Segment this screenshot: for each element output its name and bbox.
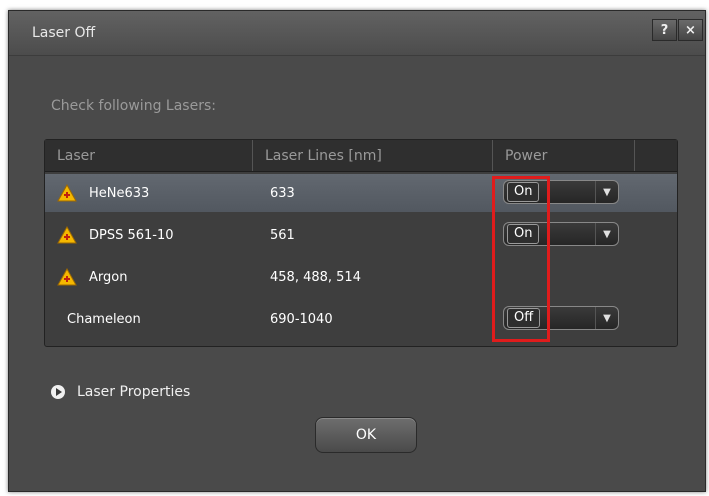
table-row[interactable]: HeNe633 633 On ▼ [45,174,677,212]
column-header-laser[interactable]: Laser [45,140,253,171]
table-row[interactable]: Argon 458, 488, 514 [45,258,677,296]
laser-lines: 458, 488, 514 [270,269,361,285]
laser-name-cell: Chameleon [67,300,141,338]
warning-triangle-icon [57,184,77,202]
laser-lines: 633 [270,185,295,201]
close-button[interactable]: × [678,19,703,41]
column-header-power[interactable]: Power [493,140,635,171]
table-row[interactable]: DPSS 561-10 561 On ▼ [45,216,677,254]
laser-table: Laser Laser Lines [nm] Power HeNe633 633 O… [44,139,678,347]
laser-name-cell: DPSS 561-10 [57,216,174,254]
laser-name-cell: Argon [57,258,127,296]
laser-name-cell: HeNe633 [57,174,149,212]
chevron-down-icon[interactable]: ▼ [595,307,618,329]
ok-button[interactable]: OK [315,417,417,453]
title-bar-buttons: ? × [652,19,703,41]
table-row[interactable]: Chameleon 690-1040 Off ▼ [45,300,677,338]
laser-name: DPSS 561-10 [89,227,174,243]
help-button[interactable]: ? [652,19,677,41]
warning-triangle-icon [57,268,77,286]
laser-properties-toggle[interactable]: Laser Properties [51,384,190,400]
laser-off-dialog: Laser Off ? × Check following Lasers: La… [8,10,706,492]
table-header: Laser Laser Lines [nm] Power [45,140,677,172]
laser-lines: 690-1040 [270,311,333,327]
laser-name: Argon [89,269,128,285]
power-column-highlight [492,176,550,342]
laser-name: HeNe633 [89,185,150,201]
chevron-down-icon[interactable]: ▼ [595,181,618,203]
title-bar: Laser Off ? × [9,11,705,56]
laser-properties-label: Laser Properties [77,384,191,400]
column-header-laser-lines[interactable]: Laser Lines [nm] [253,140,493,171]
laser-lines: 561 [270,227,295,243]
chevron-down-icon[interactable]: ▼ [595,223,618,245]
expand-arrow-icon [51,385,65,399]
laser-name: Chameleon [67,311,141,327]
check-lasers-label: Check following Lasers: [51,98,216,114]
dialog-title: Laser Off [32,25,96,41]
warning-triangle-icon [57,226,77,244]
